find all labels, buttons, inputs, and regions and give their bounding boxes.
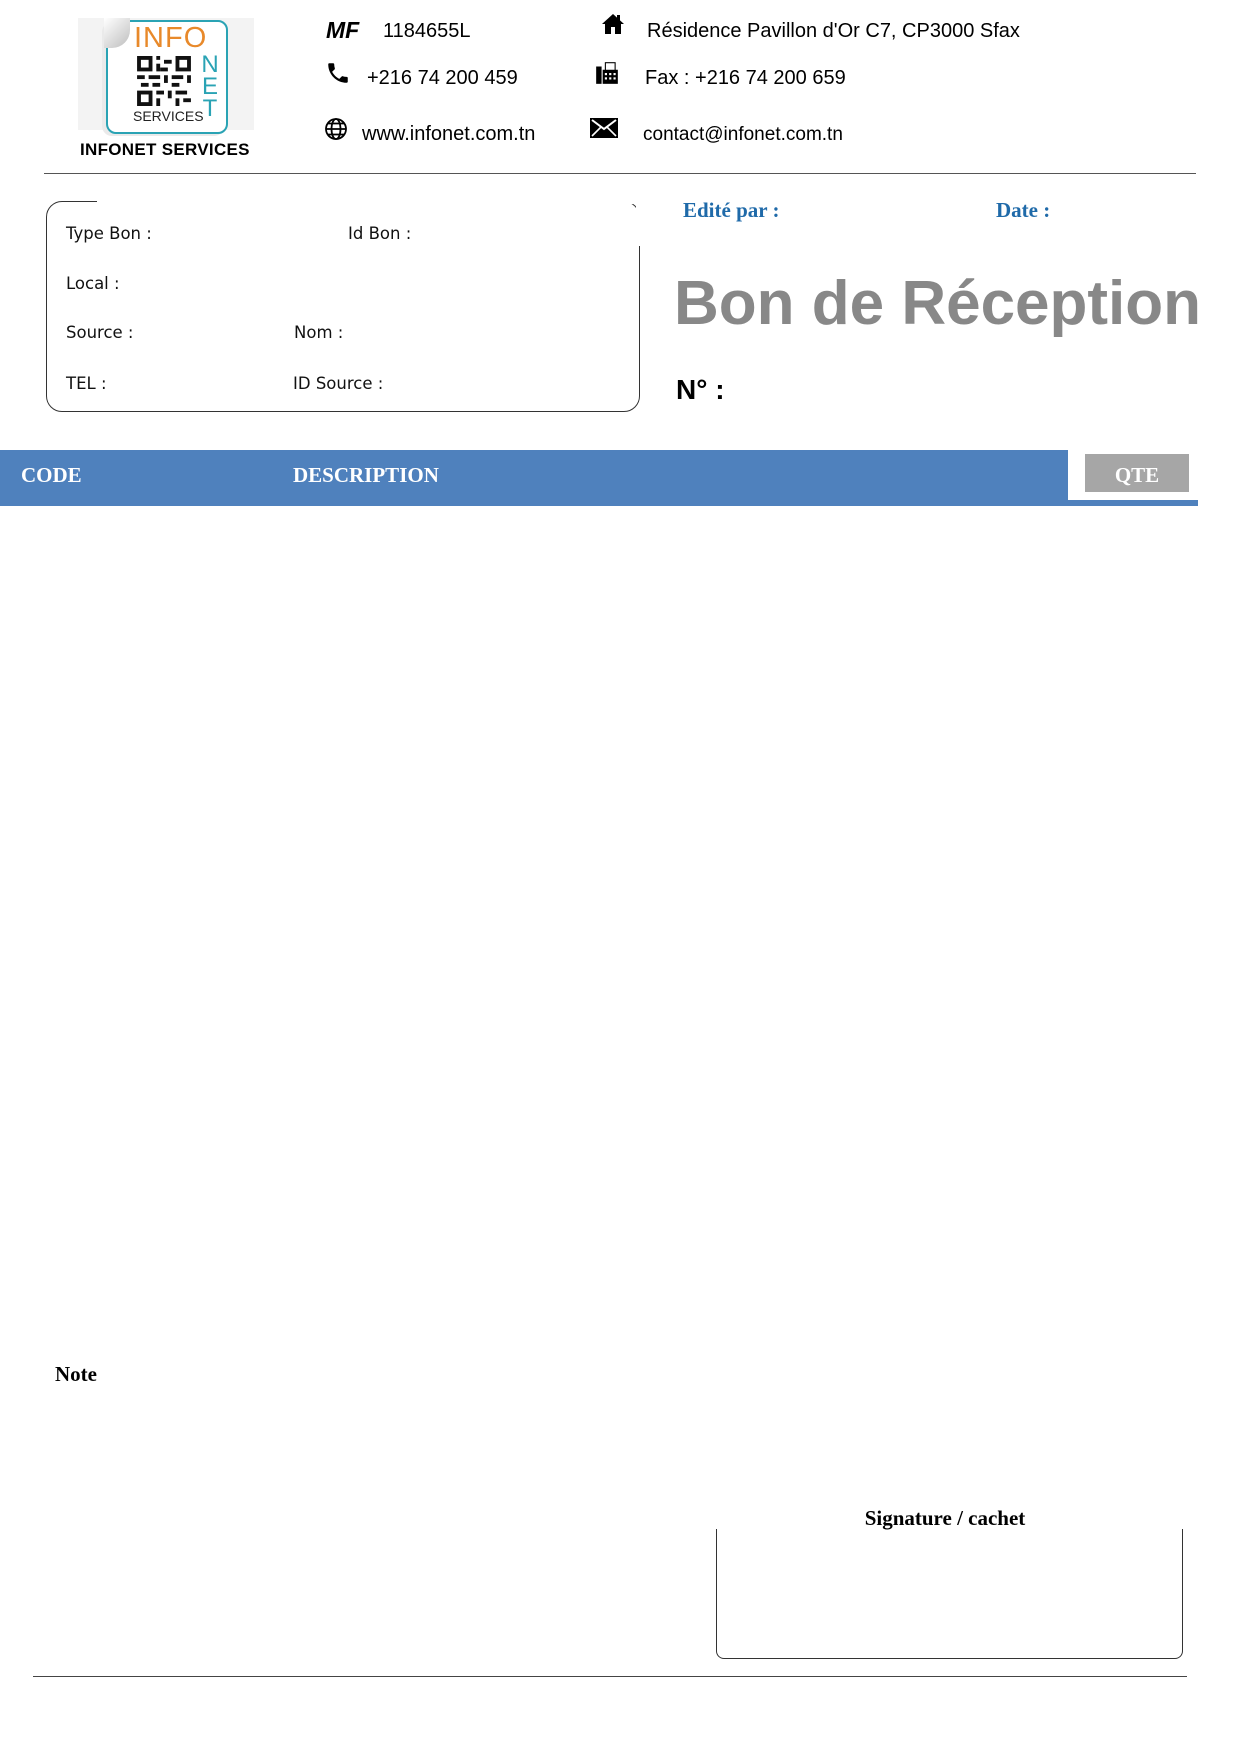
envelope-icon (590, 118, 618, 138)
column-header-code: CODE (21, 463, 82, 487)
logo-text-net-letters: NET (201, 51, 219, 122)
logo-text-services: SERVICES (133, 108, 204, 124)
source-label: Source : (66, 323, 134, 342)
column-header-qte: QTE (1114, 463, 1160, 487)
tel-label: TEL : (66, 374, 107, 393)
document-title: Bon de Réception (674, 269, 1202, 338)
email-link[interactable]: contact@infonet.com.tn (643, 124, 843, 146)
phone-text: +216 74 200 459 (367, 67, 518, 89)
home-icon (601, 12, 625, 36)
qr-code-icon (136, 56, 192, 106)
info-box-gap (97, 198, 643, 204)
type-bon-label: Type Bon : (66, 224, 152, 243)
header-divider (44, 173, 1196, 174)
mf-label: MF (326, 17, 360, 43)
date-label: Date : (996, 198, 1051, 222)
info-box-gap (636, 198, 644, 246)
id-source-label: ID Source : (293, 374, 384, 393)
website-link[interactable]: www.infonet.com.tn (362, 123, 535, 146)
fax-text: Fax : +216 74 200 659 (645, 67, 846, 89)
column-header-description: DESCRIPTION (293, 463, 439, 487)
nom-label: Nom : (294, 323, 344, 342)
items-table-header (0, 450, 1198, 506)
items-table-body (0, 506, 1198, 1346)
signature-box (716, 1529, 1183, 1659)
fax-icon (594, 60, 620, 86)
note-label: Note (55, 1362, 97, 1386)
local-label: Local : (66, 274, 120, 293)
id-bon-label: Id Bon : (348, 224, 412, 243)
signature-label: Signature / cachet (864, 1506, 1026, 1530)
footer-divider (33, 1676, 1187, 1677)
edite-par-label: Edité par : (683, 198, 780, 222)
globe-icon (324, 117, 348, 141)
mf-value: 1184655L (383, 20, 471, 42)
address-text: Résidence Pavillon d'Or C7, CP3000 Sfax (647, 20, 1020, 42)
document-number-label: N° : (676, 374, 725, 405)
company-name: INFONET SERVICES (80, 140, 250, 159)
phone-icon (325, 60, 351, 86)
logo-text-info: INFO (134, 22, 208, 54)
